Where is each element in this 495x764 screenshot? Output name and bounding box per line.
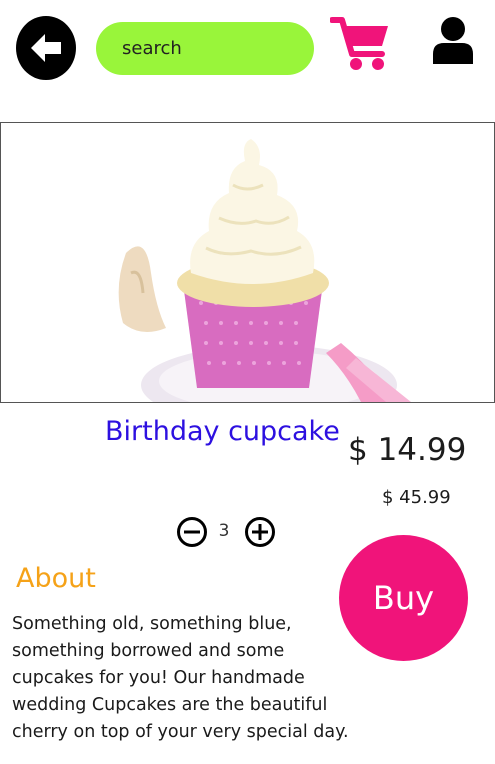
quantity-value: 3 bbox=[218, 521, 230, 541]
product-price: $ 14.99 bbox=[348, 432, 467, 468]
back-button[interactable] bbox=[16, 16, 76, 80]
minus-circle-icon[interactable] bbox=[176, 516, 208, 548]
buy-button-label: Buy bbox=[372, 579, 435, 617]
buy-button[interactable]: Buy bbox=[339, 535, 468, 661]
about-heading: About bbox=[16, 563, 96, 594]
plus-circle-icon[interactable] bbox=[244, 516, 276, 548]
user-icon[interactable] bbox=[432, 16, 474, 64]
about-description: Something old, something blue, something… bbox=[12, 614, 349, 742]
cupcake-image bbox=[118, 139, 411, 402]
search-input[interactable] bbox=[120, 37, 304, 60]
total-price: $ 45.99 bbox=[382, 487, 451, 508]
shopping-cart-icon[interactable] bbox=[330, 14, 392, 72]
product-image bbox=[0, 122, 495, 403]
search-bar[interactable] bbox=[96, 22, 314, 75]
arrow-left-icon bbox=[31, 34, 61, 62]
product-title: Birthday cupcake bbox=[105, 416, 340, 447]
